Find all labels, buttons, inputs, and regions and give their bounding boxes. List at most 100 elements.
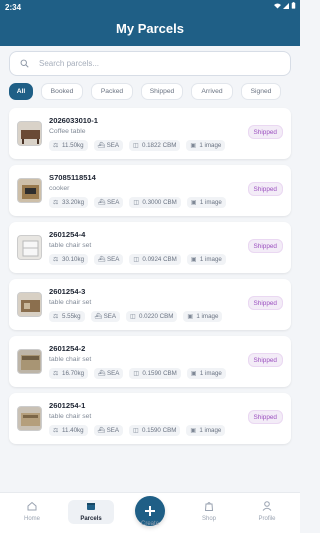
parcel-card[interactable]: S7085118514 cooker ⚖ 33.20kg ⛴ SEA ◫ 0.3000… — [9, 165, 291, 216]
status-badge: Shipped — [247, 239, 283, 253]
filter-booked[interactable]: Booked — [41, 83, 83, 100]
cube-icon: ◫ — [129, 313, 136, 320]
search-input[interactable]: Search parcels... — [39, 59, 99, 68]
ship-icon: ⛴ — [94, 313, 103, 320]
cube-icon: ◫ — [133, 370, 140, 377]
search-bar[interactable]: Search parcels... — [9, 51, 291, 76]
mode-pill: ⛴ SEA — [94, 197, 124, 208]
weight-pill: ⚖ 5.55kg — [49, 311, 85, 322]
parcel-card[interactable]: 2601254-1 table chair set ⚖ 11.40kg ⛴ SEA … — [9, 393, 291, 444]
parcel-thumbnail — [17, 235, 42, 260]
cube-icon: ◫ — [132, 142, 139, 149]
parcel-thumbnail — [17, 292, 42, 317]
weight-pill: ⚖ 11.50kg — [49, 140, 88, 151]
volume-pill: ◫ 0.1590 CBM — [129, 368, 181, 379]
volume-pill: ◫ 0.3000 CBM — [129, 197, 181, 208]
image-icon: ▣ — [190, 370, 197, 377]
status-filters: All Booked Packed Shipped Arrived Signed — [9, 83, 281, 100]
images-pill: ▣ 1 image — [186, 140, 226, 151]
filter-shipped[interactable]: Shipped — [141, 83, 183, 100]
status-bar: 2:34 — [0, 0, 300, 14]
parcel-description: Coffee table — [49, 128, 86, 135]
ship-icon: ⛴ — [97, 142, 106, 149]
status-badge: Shipped — [247, 182, 283, 196]
image-icon: ▣ — [187, 313, 194, 320]
cube-icon: ◫ — [133, 256, 140, 263]
images-pill: ▣ 1 image — [186, 425, 226, 436]
parcel-card[interactable]: 2601254-2 table chair set ⚖ 16.70kg ⛴ SEA … — [9, 336, 291, 387]
status-badge: Shipped — [247, 125, 283, 139]
shopping-bag-icon — [204, 502, 214, 511]
mode-pill: ⛴ SEA — [90, 311, 120, 322]
mode-pill: ⛴ SEA — [94, 368, 124, 379]
scale-icon: ⚖ — [53, 256, 59, 263]
parcel-thumbnail — [17, 178, 42, 203]
nav-home[interactable]: Home — [9, 500, 55, 524]
status-badge: Shipped — [247, 410, 283, 424]
parcel-description: table chair set — [49, 413, 92, 420]
status-badge: Shipped — [247, 296, 283, 310]
image-icon: ▣ — [190, 427, 197, 434]
ship-icon: ⛴ — [97, 427, 106, 434]
parcel-description: table chair set — [49, 356, 92, 363]
filter-signed[interactable]: Signed — [241, 83, 281, 100]
scale-icon: ⚖ — [53, 427, 59, 434]
images-pill: ▣ 1 image — [186, 197, 226, 208]
create-label: Create — [140, 521, 159, 527]
plus-icon — [145, 506, 155, 516]
scale-icon: ⚖ — [53, 199, 59, 206]
parcel-thumbnail — [17, 121, 42, 146]
parcel-code: 2026033010-1 — [49, 116, 98, 125]
images-pill: ▣ 1 image — [183, 311, 223, 322]
parcel-card[interactable]: 2601254-4 table chair set ⚖ 30.10kg ⛴ SEA … — [9, 222, 291, 273]
parcel-card[interactable]: 2601254-3 table chair set ⚖ 5.55kg ⛴ SEA ◫… — [9, 279, 291, 330]
home-icon — [27, 501, 37, 511]
parcel-code: S7085118514 — [49, 173, 96, 182]
mode-pill: ⛴ SEA — [93, 140, 123, 151]
ship-icon: ⛴ — [98, 370, 106, 377]
images-pill: ▣ 1 image — [186, 254, 226, 265]
user-icon — [262, 501, 272, 511]
volume-pill: ◫ 0.0924 CBM — [129, 254, 181, 265]
mode-pill: ⛴ SEA — [93, 425, 123, 436]
wifi-icon — [274, 3, 281, 8]
parcel-thumbnail — [17, 406, 42, 431]
volume-pill: ◫ 0.0220 CBM — [125, 311, 178, 322]
nav-shop[interactable]: Shop — [186, 500, 232, 524]
ship-icon: ⛴ — [98, 199, 106, 206]
app-header: 2:34 My Parcels — [0, 0, 300, 46]
weight-pill: ⚖ 33.20kg — [49, 197, 89, 208]
image-icon: ▣ — [190, 142, 197, 149]
nav-parcels[interactable]: Parcels — [68, 500, 114, 524]
cube-icon: ◫ — [133, 199, 140, 206]
search-icon — [20, 59, 29, 68]
weight-pill: ⚖ 16.70kg — [49, 368, 89, 379]
mode-pill: ⛴ SEA — [94, 254, 124, 265]
weight-pill: ⚖ 30.10kg — [49, 254, 89, 265]
nav-profile[interactable]: Profile — [244, 500, 290, 524]
filter-all[interactable]: All — [9, 83, 33, 100]
parcel-description: table chair set — [49, 299, 92, 306]
status-time: 2:34 — [5, 3, 22, 12]
scale-icon: ⚖ — [53, 142, 59, 149]
volume-pill: ◫ 0.1590 CBM — [128, 425, 181, 436]
battery-icon — [291, 2, 296, 9]
ship-icon: ⛴ — [98, 256, 106, 263]
parcel-box-icon — [87, 503, 95, 510]
image-icon: ▣ — [190, 199, 197, 206]
parcel-description: table chair set — [49, 242, 92, 249]
weight-pill: ⚖ 11.40kg — [49, 425, 88, 436]
cube-icon: ◫ — [132, 427, 139, 434]
status-icons — [274, 2, 296, 9]
nav-parcels-label: Parcels — [80, 516, 102, 522]
scale-icon: ⚖ — [53, 313, 59, 320]
scale-icon: ⚖ — [53, 370, 59, 377]
filter-arrived[interactable]: Arrived — [191, 83, 233, 100]
signal-icon — [283, 2, 289, 9]
filter-packed[interactable]: Packed — [91, 83, 133, 100]
parcel-card[interactable]: 2026033010-1 Coffee table ⚖ 11.50kg ⛴ SEA … — [9, 108, 291, 159]
parcel-thumbnail — [17, 349, 42, 374]
parcel-code: 2601254-2 — [49, 344, 86, 353]
parcel-code: 2601254-1 — [49, 401, 86, 410]
parcel-code: 2601254-3 — [49, 287, 86, 296]
